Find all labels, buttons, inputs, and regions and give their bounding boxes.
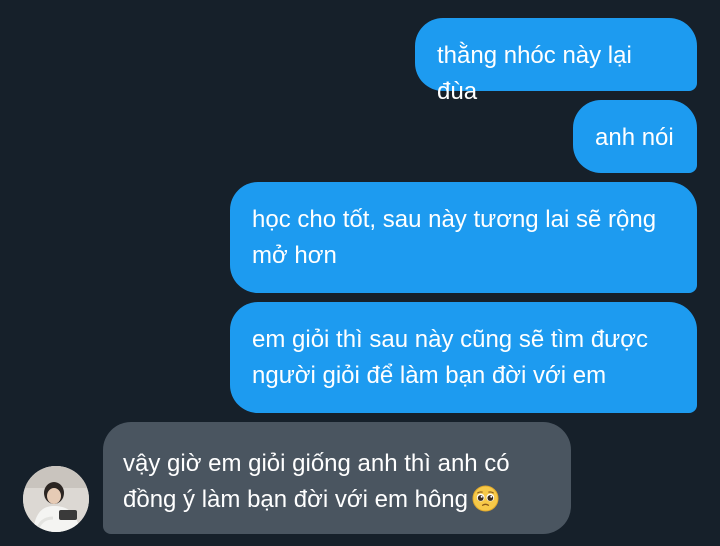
message-bubble-outgoing[interactable]: anh nói [573,100,697,173]
contact-avatar[interactable] [23,466,89,532]
message-bubble-outgoing[interactable]: em giỏi thì sau này cũng sẽ tìm được ngư… [230,302,697,413]
message-text: vậy giờ em giỏi giống anh thì anh có đồn… [123,450,510,513]
message-text: em giỏi thì sau này cũng sẽ tìm được ngư… [252,326,648,389]
message-bubble-outgoing[interactable]: thằng nhóc này lại đùa [415,18,697,105]
message-text: thằng nhóc này lại đùa [437,42,632,105]
message-text: anh nói [595,124,674,151]
message-bubble-outgoing[interactable]: học cho tốt, sau này tương lai sẽ rộng m… [230,182,697,293]
message-text: học cho tốt, sau này tương lai sẽ rộng m… [252,206,657,269]
message-bubble-incoming[interactable]: vậy giờ em giỏi giống anh thì anh có đồn… [103,422,571,534]
pleading-face-icon [472,485,499,512]
avatar-photo-icon [23,466,89,532]
